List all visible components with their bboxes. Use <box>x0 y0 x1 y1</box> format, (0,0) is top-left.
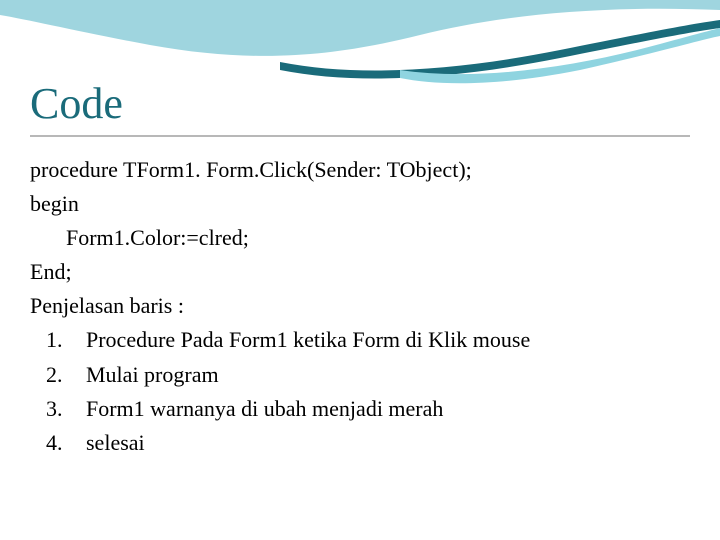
list-number: 3. <box>30 392 86 426</box>
slide-title: Code <box>30 78 690 129</box>
list-text: selesai <box>86 426 690 460</box>
list-text: Procedure Pada Form1 ketika Form di Klik… <box>86 323 690 357</box>
list-number: 4. <box>30 426 86 460</box>
list-text: Form1 warnanya di ubah menjadi merah <box>86 392 690 426</box>
code-line-1: procedure TForm1. Form.Click(Sender: TOb… <box>30 153 690 187</box>
code-line-3: Form1.Color:=clred; <box>30 221 690 255</box>
list-item: 3. Form1 warnanya di ubah menjadi merah <box>30 392 690 426</box>
explanation-heading: Penjelasan baris : <box>30 289 690 323</box>
list-number: 2. <box>30 358 86 392</box>
list-item: 4. selesai <box>30 426 690 460</box>
list-number: 1. <box>30 323 86 357</box>
list-text: Mulai program <box>86 358 690 392</box>
list-item: 2. Mulai program <box>30 358 690 392</box>
decorative-wave <box>0 0 720 90</box>
list-item: 1. Procedure Pada Form1 ketika Form di K… <box>30 323 690 357</box>
title-divider <box>30 135 690 137</box>
code-line-2: begin <box>30 187 690 221</box>
code-line-4: End; <box>30 255 690 289</box>
